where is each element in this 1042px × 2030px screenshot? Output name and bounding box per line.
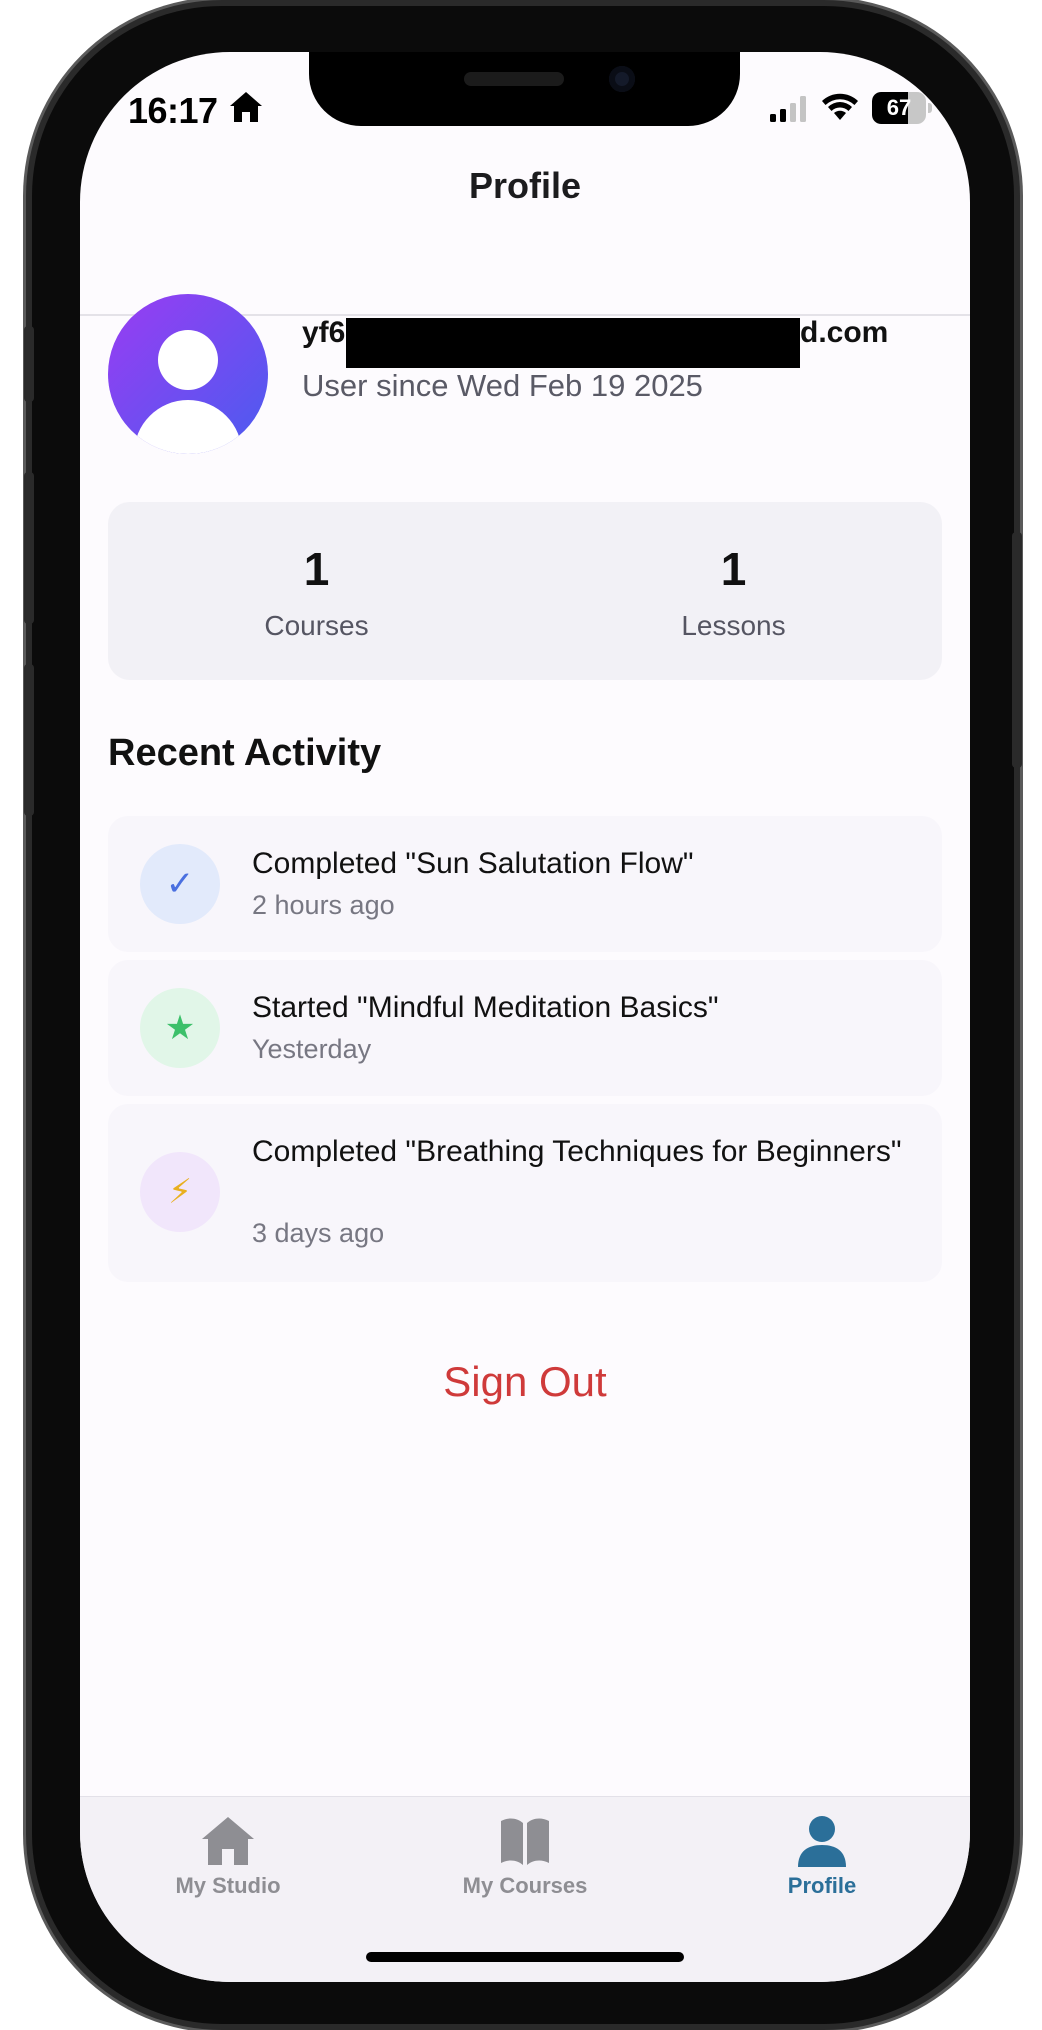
side-button-volume-down — [24, 664, 34, 816]
battery-icon: 67 — [872, 92, 932, 124]
activity-title: Completed "Breathing Techniques for Begi… — [252, 1135, 902, 1168]
stat-label: Courses — [264, 610, 369, 641]
person-icon — [798, 1816, 846, 1867]
stat-courses: 1 Courses — [108, 502, 525, 680]
home-indicator[interactable] — [366, 1952, 684, 1962]
avatar-body — [134, 400, 242, 454]
notch — [309, 52, 740, 126]
activity-time: Yesterday — [252, 1034, 372, 1064]
activity-title: Completed "Sun Salutation Flow" — [252, 847, 694, 880]
lightning-icon: ⚡ — [140, 1152, 220, 1232]
activity-time: 2 hours ago — [252, 890, 395, 920]
activity-item[interactable]: ⚡ Completed "Breathing Techniques for Be… — [108, 1104, 942, 1282]
book-icon — [501, 1818, 549, 1865]
house-icon — [202, 1817, 254, 1865]
stat-value: 1 — [720, 543, 747, 595]
stats-card: 1 Courses 1 Lessons — [108, 502, 942, 680]
side-button-volume-up — [24, 472, 34, 624]
email-redaction — [346, 318, 800, 368]
tab-my-studio[interactable]: My Studio — [80, 1797, 376, 1917]
tab-my-courses[interactable]: My Courses — [377, 1797, 673, 1917]
side-button-mute — [24, 326, 34, 402]
tab-profile[interactable]: Profile — [674, 1797, 970, 1917]
section-title-recent-activity: Recent Activity — [108, 732, 382, 774]
tab-label: My Courses — [462, 1873, 588, 1898]
avatar-head — [158, 330, 218, 390]
activity-title: Started "Mindful Meditation Basics" — [252, 991, 719, 1024]
user-since: User since Wed Feb 19 2025 — [302, 368, 703, 403]
activity-item[interactable]: ✓ Completed "Sun Salutation Flow" 2 hour… — [108, 816, 942, 952]
screen: 16:17 67 Profile yf6 d.com User since We… — [80, 52, 970, 1982]
star-icon: ★ — [140, 988, 220, 1068]
stat-lessons: 1 Lessons — [525, 502, 942, 680]
check-icon: ✓ — [140, 844, 220, 924]
sign-out-button[interactable]: Sign Out — [80, 1358, 970, 1406]
activity-time: 3 days ago — [252, 1218, 385, 1248]
side-button-power — [1012, 532, 1022, 768]
avatar — [108, 294, 268, 454]
battery-percentage: 67 — [886, 95, 912, 120]
stat-label: Lessons — [681, 610, 786, 641]
home-icon — [230, 92, 262, 122]
tab-label: My Studio — [175, 1873, 281, 1898]
user-email-prefix: yf6 — [302, 316, 346, 349]
cellular-signal-icon — [770, 96, 806, 122]
tab-label: Profile — [787, 1873, 857, 1898]
wifi-icon — [822, 93, 858, 120]
front-camera — [609, 66, 635, 92]
stat-value: 1 — [303, 543, 330, 595]
page-title: Profile — [468, 165, 582, 206]
speaker — [464, 72, 564, 86]
activity-item[interactable]: ★ Started "Mindful Meditation Basics" Ye… — [108, 960, 942, 1096]
user-email-suffix: d.com — [800, 316, 889, 349]
